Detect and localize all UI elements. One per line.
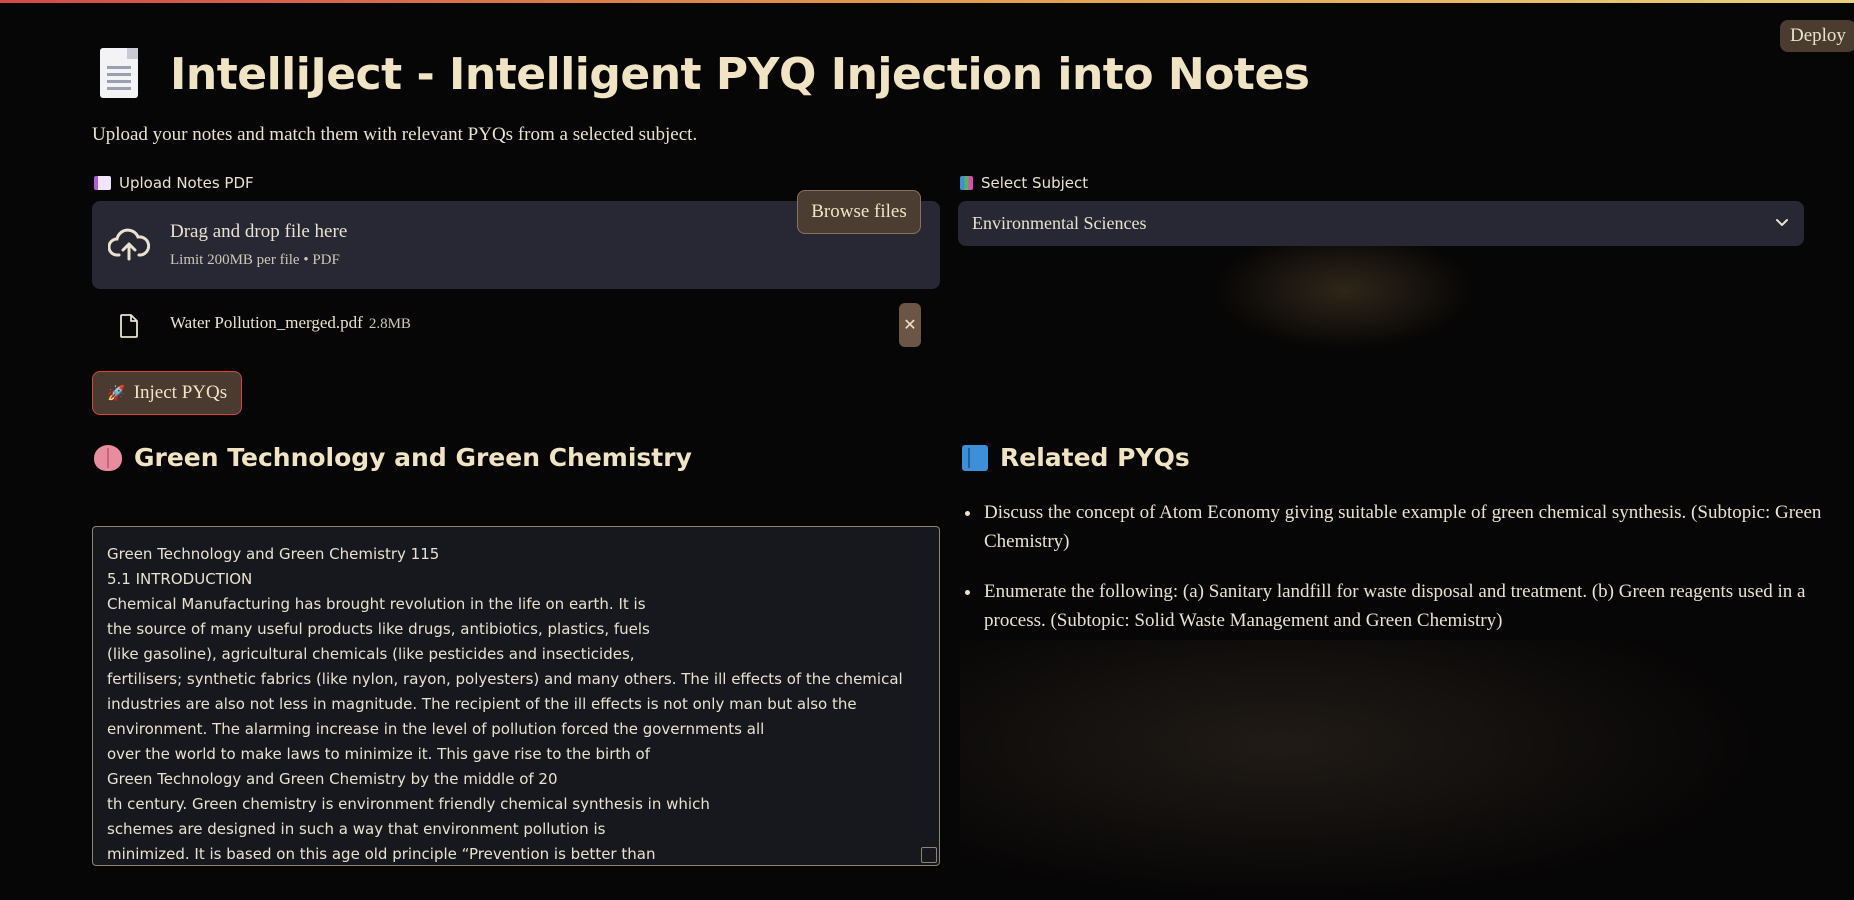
notes-line: schemes are designed in such a way that …	[107, 820, 606, 838]
pyq-list: Discuss the concept of Atom Economy givi…	[962, 498, 1822, 656]
deploy-button[interactable]: Deploy	[1780, 20, 1854, 52]
inject-pyqs-label: Inject PYQs	[133, 382, 228, 403]
background-book	[960, 640, 1760, 900]
notes-line: Green Technology and Green Chemistry 115	[107, 545, 440, 563]
upload-label-text: Upload Notes PDF	[119, 174, 254, 192]
pyqs-heading-text: Related PYQs	[1000, 443, 1190, 472]
dropzone-title: Drag and drop file here	[170, 221, 348, 242]
file-name-text: Water Pollution_merged.pdf	[170, 313, 363, 332]
notes-line: 5.1 INTRODUCTION	[107, 570, 253, 588]
upload-label: Upload Notes PDF	[94, 174, 254, 192]
book-icon	[962, 444, 988, 471]
uploaded-file-row: Water Pollution_merged.pdf 2.8MB	[92, 300, 940, 352]
background-lamp-glow	[1214, 230, 1474, 350]
notes-line: Chemical Manufacturing has brought revol…	[107, 595, 646, 613]
subject-label-text: Select Subject	[981, 174, 1089, 192]
close-icon: ✕	[903, 315, 917, 334]
inject-pyqs-button[interactable]: 🚀 Inject PYQs	[92, 371, 243, 415]
list-item: Discuss the concept of Atom Economy givi…	[982, 498, 1822, 556]
upload-label-icon	[94, 176, 111, 190]
rocket-icon: 🚀	[107, 384, 126, 402]
notes-text: Green Technology and Green Chemistry 115…	[107, 542, 903, 865]
subject-selected-value: Environmental Sciences	[972, 213, 1147, 233]
notes-line: (like gasoline), agricultural chemicals …	[107, 645, 635, 663]
pyqs-heading: Related PYQs	[962, 443, 1190, 472]
notes-heading-text: Green Technology and Green Chemistry	[134, 443, 692, 472]
list-item: Enumerate the following: (a) Sanitary la…	[982, 577, 1822, 635]
top-accent-bar	[0, 0, 1854, 3]
chevron-down-icon	[1776, 219, 1788, 226]
page-subtitle: Upload your notes and match them with re…	[92, 124, 698, 145]
dropzone-limit: Limit 200MB per file • PDF	[170, 252, 340, 268]
notes-heading: Green Technology and Green Chemistry	[94, 443, 692, 472]
notes-line: industries are also not less in magnitud…	[107, 695, 857, 713]
subject-select[interactable]: Environmental Sciences	[958, 201, 1804, 246]
notes-line: over the world to make laws to minimize …	[107, 745, 651, 763]
document-icon	[100, 48, 142, 100]
resize-handle[interactable]	[921, 847, 937, 863]
cloud-upload-icon	[108, 228, 150, 261]
remove-file-button[interactable]: ✕	[899, 303, 921, 347]
notes-line: th century. Green chemistry is environme…	[107, 795, 710, 813]
books-icon	[960, 176, 973, 190]
page-title: IntelliJect - Intelligent PYQ Injection …	[170, 48, 1310, 100]
notes-line: environment. The alarming increase in th…	[107, 720, 765, 738]
file-size: 2.8MB	[368, 316, 411, 332]
notes-textarea[interactable]: Green Technology and Green Chemistry 115…	[92, 526, 940, 866]
brain-icon	[94, 444, 122, 471]
uploaded-file-name: Water Pollution_merged.pdf 2.8MB	[170, 313, 411, 333]
browse-files-button[interactable]: Browse files	[797, 190, 921, 234]
page-title-row: IntelliJect - Intelligent PYQ Injection …	[100, 44, 1310, 104]
file-icon	[120, 314, 138, 338]
notes-line: Green Technology and Green Chemistry by …	[107, 770, 558, 788]
subject-label: Select Subject	[960, 174, 1088, 192]
notes-line: the source of many useful products like …	[107, 620, 650, 638]
notes-line: fertilisers; synthetic fabrics (like nyl…	[107, 670, 903, 688]
notes-line: minimized. It is based on this age old p…	[107, 845, 656, 863]
